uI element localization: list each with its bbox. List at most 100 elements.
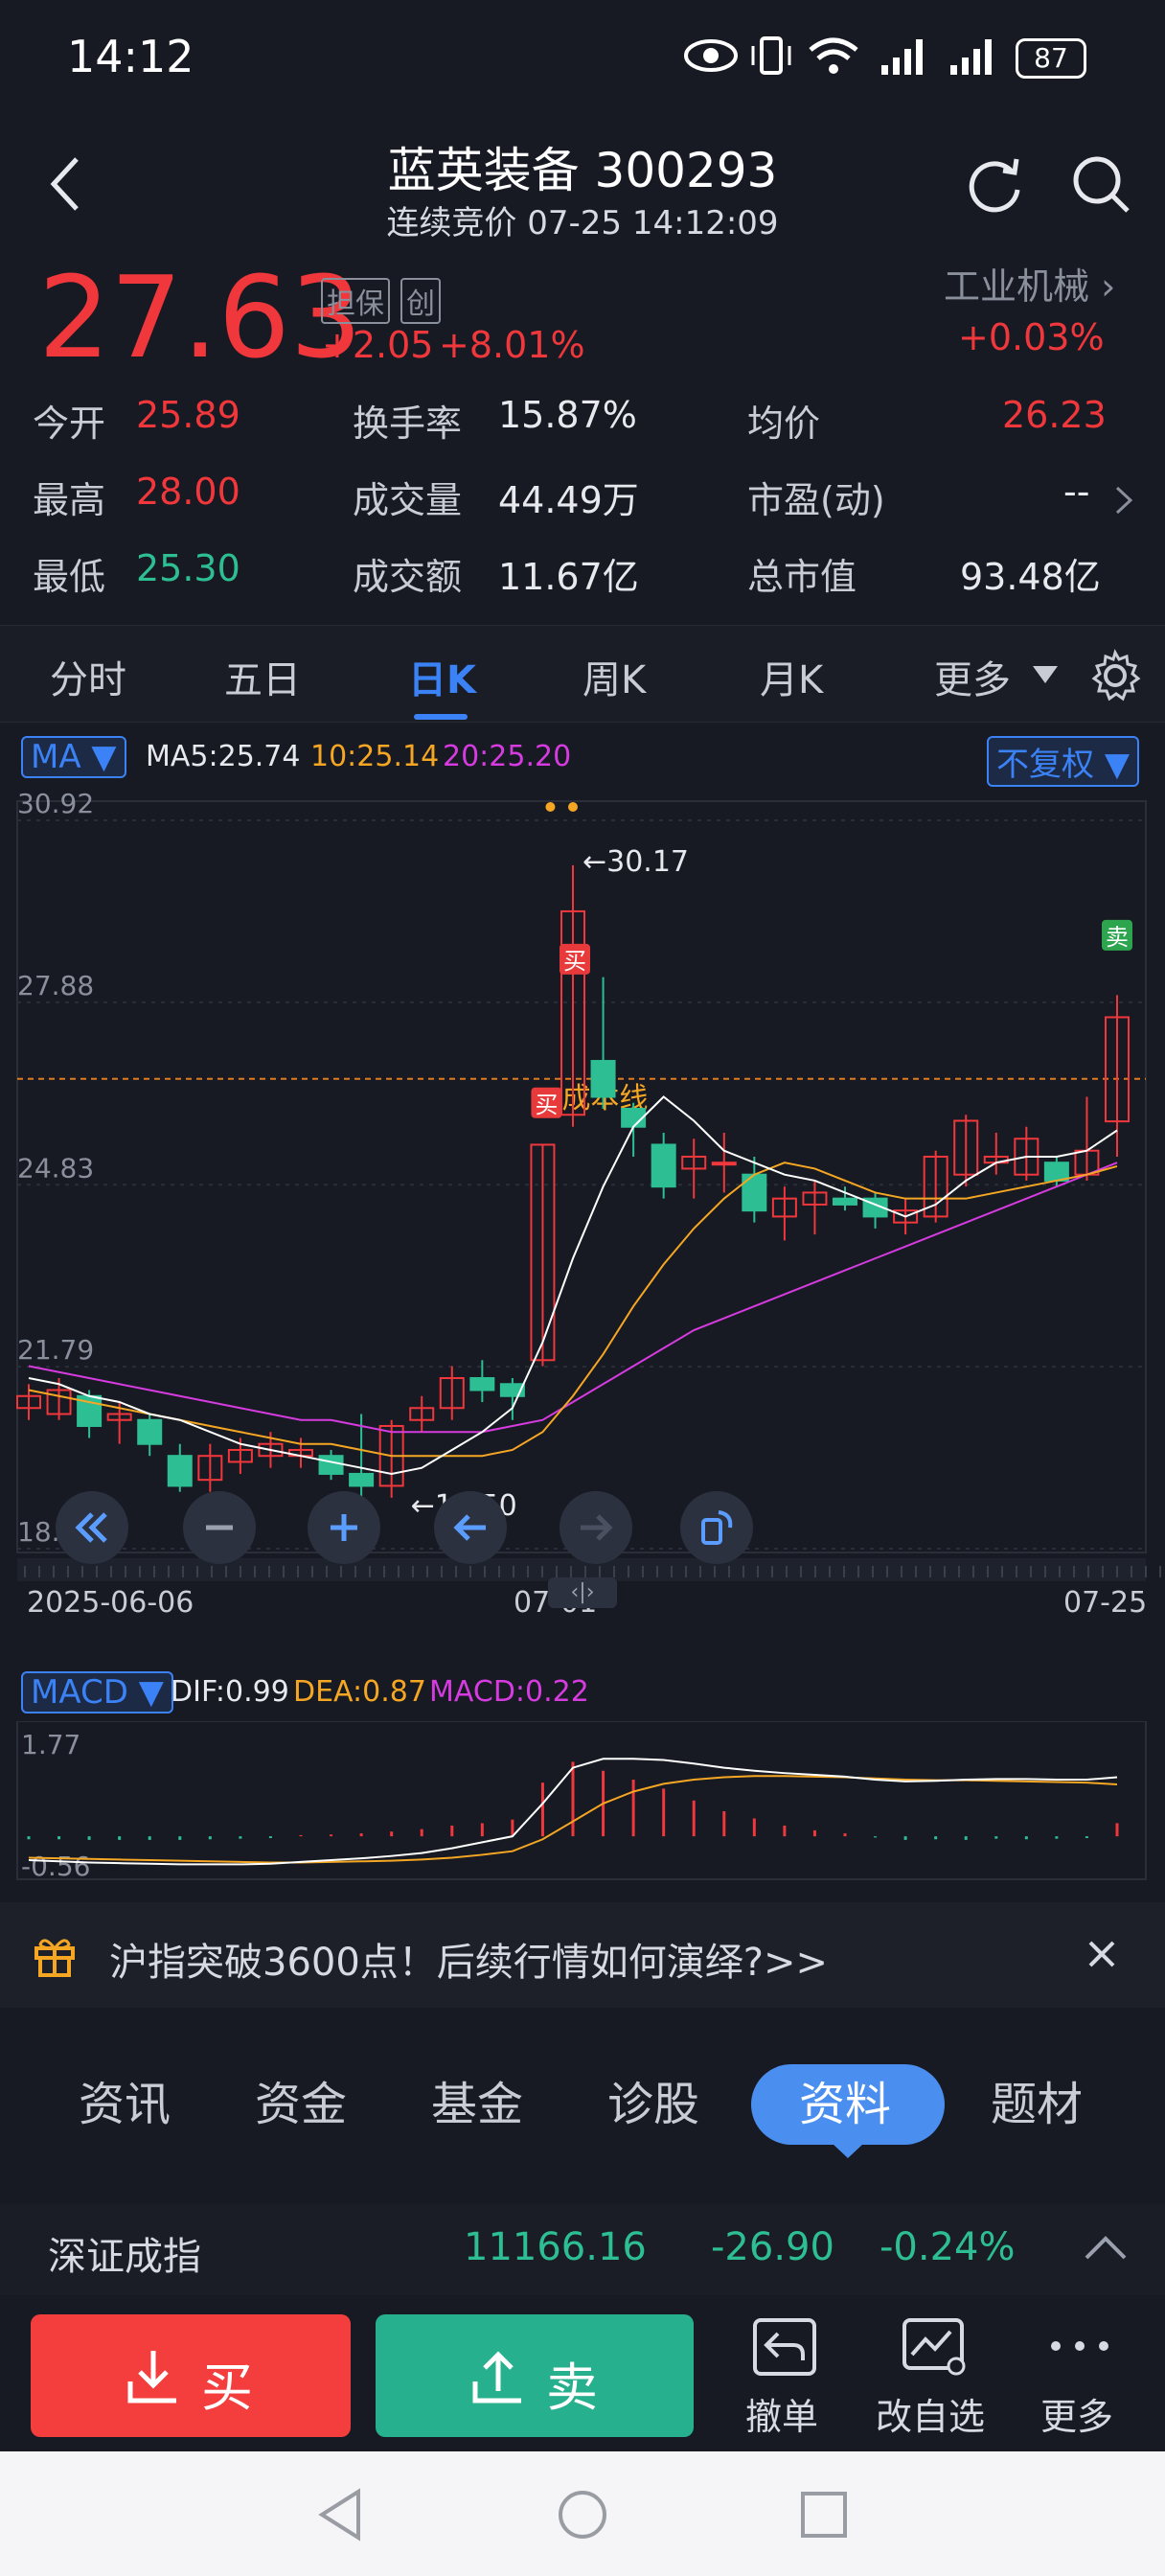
tab-monthly-k[interactable]: 月K xyxy=(760,649,823,704)
gear-icon[interactable] xyxy=(1088,649,1142,702)
tab-profile-pill[interactable]: 资料 xyxy=(751,2064,945,2145)
macd-selector-label: MACD xyxy=(31,1673,128,1712)
event-dot xyxy=(568,802,578,812)
more-button[interactable]: 更多 xyxy=(1033,2314,1129,2439)
tab-fund[interactable]: 基金 xyxy=(431,2066,523,2133)
market-cap-value: 93.48亿 xyxy=(960,556,1101,598)
y-tick-label: 30.92 xyxy=(17,788,94,819)
rotate-button[interactable] xyxy=(680,1491,753,1564)
high-marker: ←30.17 xyxy=(582,845,689,879)
avg-price-value: 26.23 xyxy=(1002,394,1107,436)
stat-label: 今开 xyxy=(33,402,106,445)
battery-level: 87 xyxy=(1034,42,1068,74)
step-forward-button[interactable] xyxy=(560,1491,632,1564)
step-back-button[interactable] xyxy=(434,1491,507,1564)
buy-signal: 买 xyxy=(563,948,586,975)
caret-down-icon[interactable] xyxy=(1031,664,1060,685)
minus-icon xyxy=(206,1525,233,1530)
chevron-right-icon: › xyxy=(1101,265,1116,308)
active-tab-pointer xyxy=(832,2143,864,2158)
caret-down-icon: ▼ xyxy=(138,1673,164,1712)
candle-body xyxy=(349,1472,375,1487)
info-tabs: 资讯 资金 基金 诊股 资料 题材 xyxy=(0,2039,1165,2183)
last-price: 27.63 xyxy=(38,251,362,383)
macd-y-bottom: -0.56 xyxy=(21,1851,90,1882)
nav-back-icon[interactable] xyxy=(316,2488,364,2542)
ellipsis-icon xyxy=(1051,2341,1108,2351)
banner-text: 沪指突破3600点！后续行情如何演绎?>> xyxy=(109,1941,829,1985)
drag-handle[interactable]: ‹|› xyxy=(548,1577,617,1608)
sector-link[interactable]: 工业机械 › xyxy=(944,257,1115,310)
close-icon[interactable] xyxy=(1086,1939,1117,1969)
sell-label: 卖 xyxy=(546,2358,598,2418)
zoom-in-button[interactable] xyxy=(308,1491,380,1564)
chevron-up-icon[interactable] xyxy=(1083,2233,1129,2262)
index-ticker[interactable]: 深证成指 11166.16 -26.90 -0.24% xyxy=(0,2204,1165,2295)
tab-five-day[interactable]: 五日 xyxy=(224,649,301,704)
sell-button[interactable]: 卖 xyxy=(376,2314,694,2437)
rotate-screen-icon xyxy=(701,1510,733,1545)
price-change: +2.05 xyxy=(322,324,434,366)
ma5-label: MA5:25.74 xyxy=(146,740,301,773)
macd-chart[interactable]: 1.77 -0.56 xyxy=(0,1721,1165,1884)
stat-label: 最高 xyxy=(33,479,106,521)
buy-button[interactable]: 买 xyxy=(31,2314,351,2437)
turnover-rate-value: 15.87% xyxy=(498,394,637,436)
nav-home-icon[interactable] xyxy=(556,2488,609,2542)
dea-label: DEA:0.87 xyxy=(293,1675,426,1709)
y-tick-label: 21.79 xyxy=(17,1334,94,1366)
signal-icon-1 xyxy=(881,39,923,75)
news-banner[interactable]: 沪指突破3600点！后续行情如何演绎?>> xyxy=(0,1902,1165,2008)
ma-selector[interactable]: MA ▼ xyxy=(21,736,126,778)
candle-body xyxy=(590,1060,616,1098)
cancel-order-button[interactable]: 撤单 xyxy=(738,2314,834,2439)
price-change-pct: +8.01% xyxy=(439,324,585,366)
ma20-label: 20:25.20 xyxy=(443,740,572,773)
battery-icon: 87 xyxy=(1016,38,1086,79)
chevron-right-icon[interactable] xyxy=(1113,484,1134,517)
tab-weekly-k[interactable]: 周K xyxy=(582,649,646,704)
macd-value-label: MACD:0.22 xyxy=(429,1675,589,1709)
high-value: 28.00 xyxy=(136,471,240,513)
tab-diagnosis[interactable]: 诊股 xyxy=(607,2066,699,2133)
refresh-icon[interactable] xyxy=(963,153,1026,217)
tab-intraday[interactable]: 分时 xyxy=(50,649,126,704)
tab-theme[interactable]: 题材 xyxy=(991,2066,1083,2133)
plus-icon xyxy=(331,1514,357,1541)
sector-name: 工业机械 xyxy=(944,265,1090,308)
zoom-out-button[interactable] xyxy=(183,1491,256,1564)
buy-label: 买 xyxy=(201,2358,253,2418)
scroll-left-button[interactable] xyxy=(56,1491,128,1564)
adjust-selector[interactable]: 不复权 ▼ xyxy=(987,736,1139,787)
quote-stats: 今开 25.89 换手率 15.87% 均价 26.23 最高 28.00 成交… xyxy=(0,388,1165,618)
tab-daily-k[interactable]: 日K xyxy=(408,649,476,704)
tab-more[interactable]: 更多 xyxy=(934,649,1011,704)
edit-watchlist-button[interactable]: 改自选 xyxy=(872,2314,996,2439)
amount-value: 11.67亿 xyxy=(498,556,639,598)
low-value: 25.30 xyxy=(136,547,240,589)
index-value: 11166.16 xyxy=(464,2225,647,2269)
buy-signal: 买 xyxy=(535,1092,558,1118)
vibrate-icon xyxy=(751,36,791,75)
macd-y-top: 1.77 xyxy=(21,1729,80,1760)
stat-label: 成交量 xyxy=(353,479,463,521)
nav-recents-icon[interactable] xyxy=(799,2490,849,2540)
index-change-pct: -0.24% xyxy=(879,2225,1016,2269)
macd-selector[interactable]: MACD ▼ xyxy=(21,1671,173,1714)
candle-body xyxy=(137,1418,163,1445)
gift-icon xyxy=(34,1939,75,1977)
kline-panel: MA ▼ MA5:25.74 10:25.14 20:25.20 不复权 ▼ 3… xyxy=(0,724,1165,1898)
sector-change: +0.03% xyxy=(958,316,1105,358)
upload-arrow-icon xyxy=(472,2351,521,2404)
tab-news[interactable]: 资讯 xyxy=(79,2066,171,2133)
more-label: 更多 xyxy=(1040,2396,1114,2438)
candle-body xyxy=(651,1143,676,1188)
stat-label: 总市值 xyxy=(747,556,857,598)
caret-down-icon: ▼ xyxy=(1104,746,1130,784)
ma10-label: 10:25.14 xyxy=(310,740,440,773)
tab-capital[interactable]: 资金 xyxy=(255,2066,347,2133)
candle-body xyxy=(167,1455,193,1487)
margin-badge: 担保 xyxy=(321,278,390,324)
ma-selector-label: MA xyxy=(31,738,81,776)
search-icon[interactable] xyxy=(1068,151,1133,217)
